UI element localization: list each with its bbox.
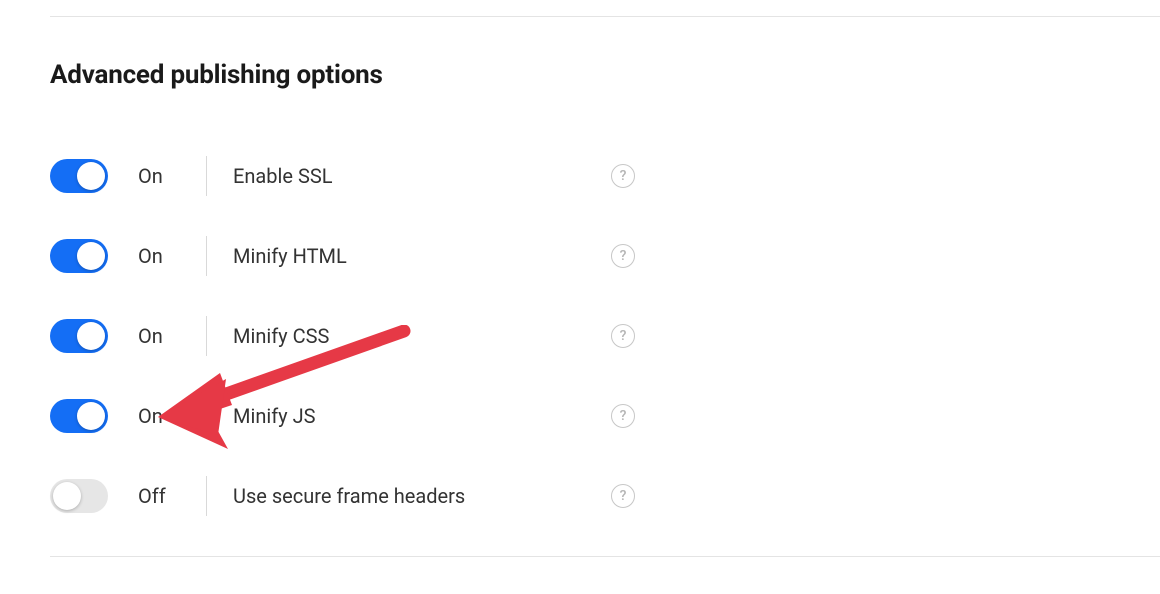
help-icon[interactable]: ?	[611, 484, 635, 508]
toggle-state-label: On	[138, 164, 180, 188]
divider-vertical	[206, 236, 207, 276]
toggle-minify-css[interactable]	[50, 319, 108, 353]
section-title: Advanced publishing options	[50, 60, 1110, 90]
option-label: Use secure frame headers	[233, 484, 1110, 508]
help-icon[interactable]: ?	[611, 324, 635, 348]
divider-vertical	[206, 316, 207, 356]
option-row-enable-ssl: On Enable SSL ?	[50, 136, 1110, 216]
toggle-state-label: On	[138, 244, 180, 268]
help-icon[interactable]: ?	[611, 164, 635, 188]
divider-vertical	[206, 396, 207, 436]
toggle-minify-js[interactable]	[50, 399, 108, 433]
toggle-use-secure-frame-headers[interactable]	[50, 479, 108, 513]
toggle-knob	[77, 162, 105, 190]
option-row-use-secure-frame-headers: Off Use secure frame headers ?	[50, 456, 1110, 536]
option-row-minify-css: On Minify CSS ?	[50, 296, 1110, 376]
toggle-minify-html[interactable]	[50, 239, 108, 273]
help-icon[interactable]: ?	[611, 244, 635, 268]
toggle-state-label: On	[138, 404, 180, 428]
toggle-knob	[53, 482, 81, 510]
divider-vertical	[206, 476, 207, 516]
divider-top	[50, 16, 1160, 17]
divider-vertical	[206, 156, 207, 196]
option-row-minify-js: On Minify JS ?	[50, 376, 1110, 456]
toggle-state-label: On	[138, 324, 180, 348]
advanced-publishing-section: Advanced publishing options On Enable SS…	[50, 60, 1110, 536]
option-label: Minify CSS	[233, 324, 1110, 348]
option-label: Minify HTML	[233, 244, 1110, 268]
toggle-knob	[77, 242, 105, 270]
toggle-state-label: Off	[138, 484, 180, 508]
option-label: Enable SSL	[233, 164, 1110, 188]
divider-bottom	[50, 556, 1160, 557]
toggle-knob	[77, 322, 105, 350]
toggle-knob	[77, 402, 105, 430]
option-label: Minify JS	[233, 404, 1110, 428]
toggle-enable-ssl[interactable]	[50, 159, 108, 193]
help-icon[interactable]: ?	[611, 404, 635, 428]
option-row-minify-html: On Minify HTML ?	[50, 216, 1110, 296]
